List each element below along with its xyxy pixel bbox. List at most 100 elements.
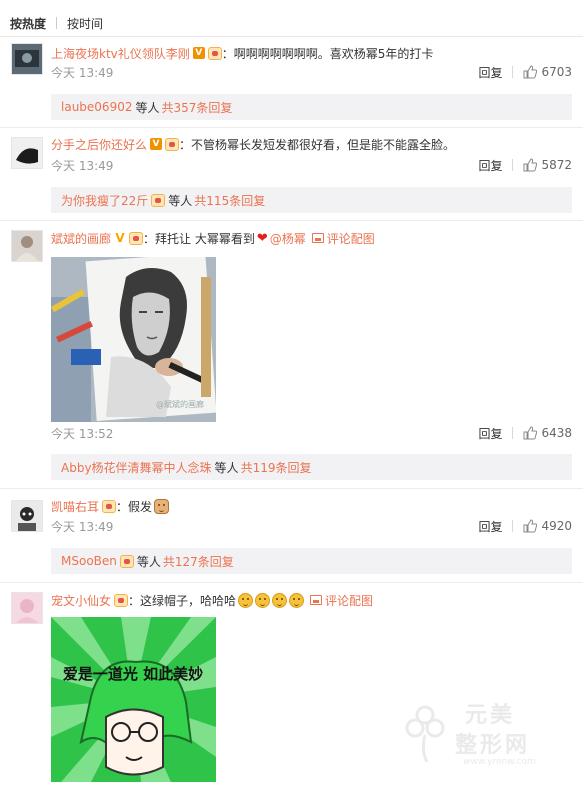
comment-line: 分手之后你还好么 V ：不管杨幂长发短发都很好看，但是能不能露全脸。 xyxy=(51,136,455,152)
replies-count-link[interactable]: 共357条回复 xyxy=(161,99,232,116)
reply-button[interactable]: 回复 xyxy=(478,425,502,442)
like-thumb-icon[interactable] xyxy=(523,519,538,533)
verified-badge-icon: V xyxy=(150,138,163,150)
replies-preview[interactable]: Abby杨花伴清舞幂中人念珠 等人 共119条回复 xyxy=(51,454,572,480)
like-thumb-icon[interactable] xyxy=(523,158,538,172)
divider xyxy=(0,127,583,128)
reply-button[interactable]: 回复 xyxy=(478,518,502,535)
comment-line: 上海夜场ktv礼仪领队李刚 V ：啊啊啊啊啊啊啊。喜欢杨幂5年的打卡 xyxy=(51,45,433,61)
comment-time: 今天 13:49 xyxy=(51,158,114,173)
laughing-cat-emoji-icon xyxy=(238,592,254,608)
comment-line: 斌斌的画廊 V ：拜托让 大幂幂看到 ❤ @杨幂 评论配图 xyxy=(51,230,375,246)
sort-by-hot[interactable]: 按热度 xyxy=(10,15,46,32)
replies-suffix: 等人 xyxy=(136,554,161,569)
fan-badge-icon xyxy=(129,231,144,245)
username-link[interactable]: 上海夜场ktv礼仪领队李刚 xyxy=(51,45,190,62)
comment-text: ：啊啊啊啊啊啊啊。喜欢杨幂5年的打卡 xyxy=(221,46,434,61)
image-icon xyxy=(310,595,323,605)
site-watermark-logo: 元美 整形网 www.yrenw.com xyxy=(403,695,573,770)
avatar[interactable] xyxy=(11,230,43,262)
divider xyxy=(0,488,583,489)
replies-suffix: 等人 xyxy=(168,193,193,208)
replies-preview[interactable]: MSooBen 等人 共127条回复 xyxy=(51,548,572,574)
picture-comment-link[interactable]: 评论配图 xyxy=(310,592,373,609)
fan-badge-icon xyxy=(165,137,180,151)
username-link[interactable]: 斌斌的画廊 xyxy=(51,230,111,247)
replies-count-link[interactable]: 共127条回复 xyxy=(163,553,234,570)
heart-icon: ❤ xyxy=(256,230,268,246)
mention-link[interactable]: @杨幂 xyxy=(270,230,306,247)
username-link[interactable]: 分手之后你还好么 xyxy=(51,136,147,153)
picture-comment-label: 评论配图 xyxy=(326,231,375,246)
comment-time: 今天 13:52 xyxy=(51,426,114,441)
comment-text: ：不管杨幂长发短发都很好看，但是能不能露全脸。 xyxy=(179,137,456,152)
like-count: 6703 xyxy=(541,65,572,79)
comment-meta: 今天 13:49 回复 6703 xyxy=(51,64,572,80)
like-count: 6438 xyxy=(541,426,572,440)
sort-bar: 按热度 按时间 xyxy=(10,14,103,32)
picture-comment-link[interactable]: 评论配图 xyxy=(311,230,375,247)
reply-user-link[interactable]: Abby杨花伴清舞幂中人念珠 xyxy=(61,459,212,476)
divider xyxy=(512,520,514,532)
laughing-cat-emoji-icon xyxy=(289,592,305,608)
divider xyxy=(0,220,583,221)
avatar[interactable] xyxy=(11,592,43,624)
replies-count-link[interactable]: 共119条回复 xyxy=(241,459,312,476)
reply-user-link[interactable]: laube06902 xyxy=(61,100,132,114)
divider xyxy=(0,36,583,37)
doge-emoji-icon xyxy=(154,498,170,514)
username-link[interactable]: 宠文小仙女 xyxy=(51,592,111,609)
comment-time: 今天 13:49 xyxy=(51,65,114,80)
replies-suffix: 等人 xyxy=(135,100,160,115)
like-thumb-icon[interactable] xyxy=(523,65,538,79)
fan-badge-icon xyxy=(102,499,117,513)
reply-button[interactable]: 回复 xyxy=(478,157,502,174)
comment-line: 凯喵右耳 ：假发 xyxy=(51,498,170,515)
watermark-line1: 元美 xyxy=(465,703,516,728)
fan-badge-icon xyxy=(207,46,222,60)
image-icon xyxy=(311,233,324,243)
reply-user-link[interactable]: 为你我瘦了22斤 xyxy=(61,192,148,209)
divider xyxy=(512,159,514,171)
fan-badge-icon xyxy=(151,193,166,207)
divider xyxy=(0,582,583,583)
divider xyxy=(56,17,58,29)
replies-preview[interactable]: laube06902 等人 共357条回复 xyxy=(51,94,572,120)
reply-button[interactable]: 回复 xyxy=(478,64,502,81)
watermark-url: www.yrenw.com xyxy=(463,757,536,767)
verified-badge-icon: V xyxy=(115,231,125,245)
image-watermark: @斌斌的画廊 xyxy=(156,399,204,409)
comment-line: 宠文小仙女 ：这绿帽子，哈哈哈 评论配图 xyxy=(51,592,373,608)
picture-comment-label: 评论配图 xyxy=(325,593,374,608)
comment-meta: 今天 13:49 回复 4920 xyxy=(51,518,572,534)
laughing-cat-emoji-icon xyxy=(255,592,271,608)
replies-count-link[interactable]: 共115条回复 xyxy=(194,192,265,209)
comment-meta: 今天 13:49 回复 5872 xyxy=(51,157,572,173)
laughing-cat-emoji-icon xyxy=(272,592,288,608)
comment-text: ：这绿帽子，哈哈哈 xyxy=(128,593,237,608)
reply-user-link[interactable]: MSooBen xyxy=(61,554,117,568)
verified-badge-icon: V xyxy=(192,47,205,59)
comment-text: ：拜托让 大幂幂看到 xyxy=(143,231,255,246)
like-thumb-icon[interactable] xyxy=(523,426,538,440)
replies-suffix: 等人 xyxy=(214,460,239,475)
like-count: 5872 xyxy=(541,158,572,172)
like-count: 4920 xyxy=(541,519,572,533)
fan-badge-icon xyxy=(119,554,134,568)
replies-preview[interactable]: 为你我瘦了22斤 等人 共115条回复 xyxy=(51,187,572,213)
image-caption: 爱是一道光 如此美妙 xyxy=(63,665,203,683)
comment-meta: 今天 13:52 回复 6438 xyxy=(51,425,572,441)
avatar[interactable] xyxy=(11,500,43,532)
sort-by-time[interactable]: 按时间 xyxy=(67,15,103,32)
comment-image-cartoon[interactable]: 爱是一道光 如此美妙 xyxy=(51,617,216,782)
divider xyxy=(512,66,514,78)
username-link[interactable]: 凯喵右耳 xyxy=(51,498,99,515)
watermark-line2: 整形网 xyxy=(455,733,531,758)
fan-badge-icon xyxy=(114,593,129,607)
avatar[interactable] xyxy=(11,43,43,75)
comment-time: 今天 13:49 xyxy=(51,519,114,534)
flower-logo-icon xyxy=(405,705,445,763)
comment-text: ：假发 xyxy=(116,499,153,514)
comment-image-sketch[interactable]: @斌斌的画廊 xyxy=(51,257,216,422)
avatar[interactable] xyxy=(11,137,43,169)
